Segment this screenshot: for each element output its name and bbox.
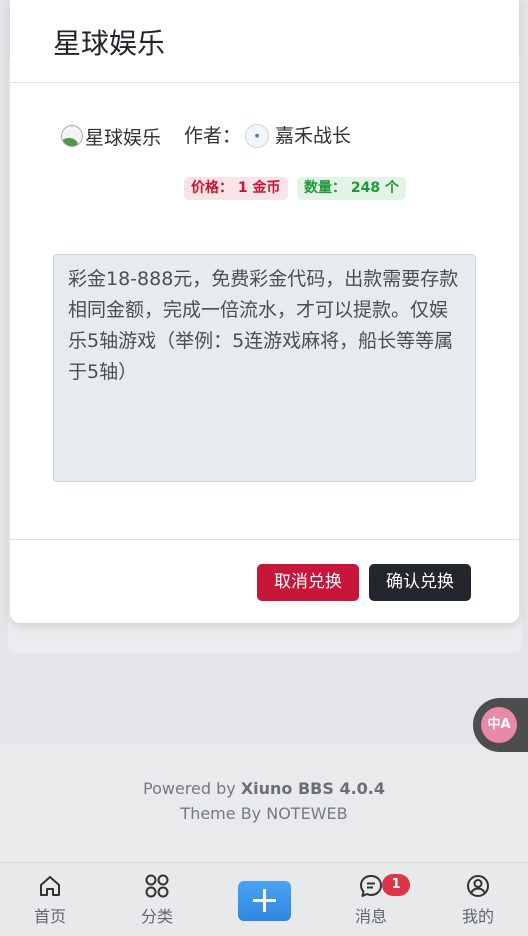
plus-icon-vertical — [263, 889, 266, 912]
powered-by-name[interactable]: Xiuno BBS 4.0.4 — [241, 779, 385, 798]
quantity-badge: 数量： 248 个 — [297, 177, 406, 200]
nav-item-home[interactable]: 首页 — [10, 873, 90, 927]
price-badge: 价格： 1 金币 — [184, 177, 288, 200]
translate-icon: 中A — [481, 707, 517, 743]
powered-by-line: Powered by Xiuno BBS 4.0.4 — [0, 779, 528, 798]
nav-label-me: 我的 — [461, 907, 494, 926]
nav-item-category[interactable]: 分类 — [117, 873, 197, 927]
author-label: 作者： — [184, 125, 242, 147]
bottom-nav: 首页 分类 消息 1 我的 — [0, 862, 528, 936]
item-image: 星球娱乐 — [61, 122, 161, 150]
exchange-modal: 星球娱乐 星球娱乐 作者： ● 嘉禾战长 价格： 1 金币 数量： 248 个 … — [10, 0, 519, 623]
powered-by-text: Powered by — [142, 779, 241, 798]
modal-title: 星球娱乐 — [53, 27, 166, 60]
nav-label-messages: 消息 — [354, 907, 387, 926]
modal-header: 星球娱乐 — [10, 0, 519, 83]
new-post-button[interactable] — [238, 881, 291, 921]
item-info-row: 星球娱乐 作者： ● 嘉禾战长 — [61, 122, 481, 150]
theme-line[interactable]: Theme By NOTEWEB — [0, 804, 528, 823]
confirm-exchange-button[interactable]: 确认兑换 — [369, 564, 471, 601]
nav-item-me[interactable]: 我的 — [438, 873, 518, 927]
nav-label-category: 分类 — [140, 907, 173, 926]
cancel-exchange-button[interactable]: 取消兑换 — [257, 564, 359, 601]
author-name[interactable]: 嘉禾战长 — [275, 122, 351, 150]
message-badge: 1 — [382, 874, 410, 896]
nav-label-home: 首页 — [33, 907, 66, 926]
modal-footer: 取消兑换 确认兑换 — [10, 539, 519, 623]
user-icon — [467, 875, 489, 897]
translate-button[interactable]: 中A — [473, 698, 528, 752]
home-icon — [40, 876, 60, 896]
grid-icon — [145, 874, 169, 898]
description-textarea[interactable]: 彩金18-888元，免费彩金代码，出款需要存款相同金额，完成一倍流水，才可以提款… — [53, 254, 476, 482]
chat-icon — [360, 875, 382, 897]
site-footer: Powered by Xiuno BBS 4.0.4 Theme By NOTE… — [0, 744, 528, 862]
author-avatar[interactable]: ● — [245, 124, 269, 148]
item-image-alt: 星球娱乐 — [85, 126, 162, 149]
broken-image-icon — [61, 125, 83, 147]
